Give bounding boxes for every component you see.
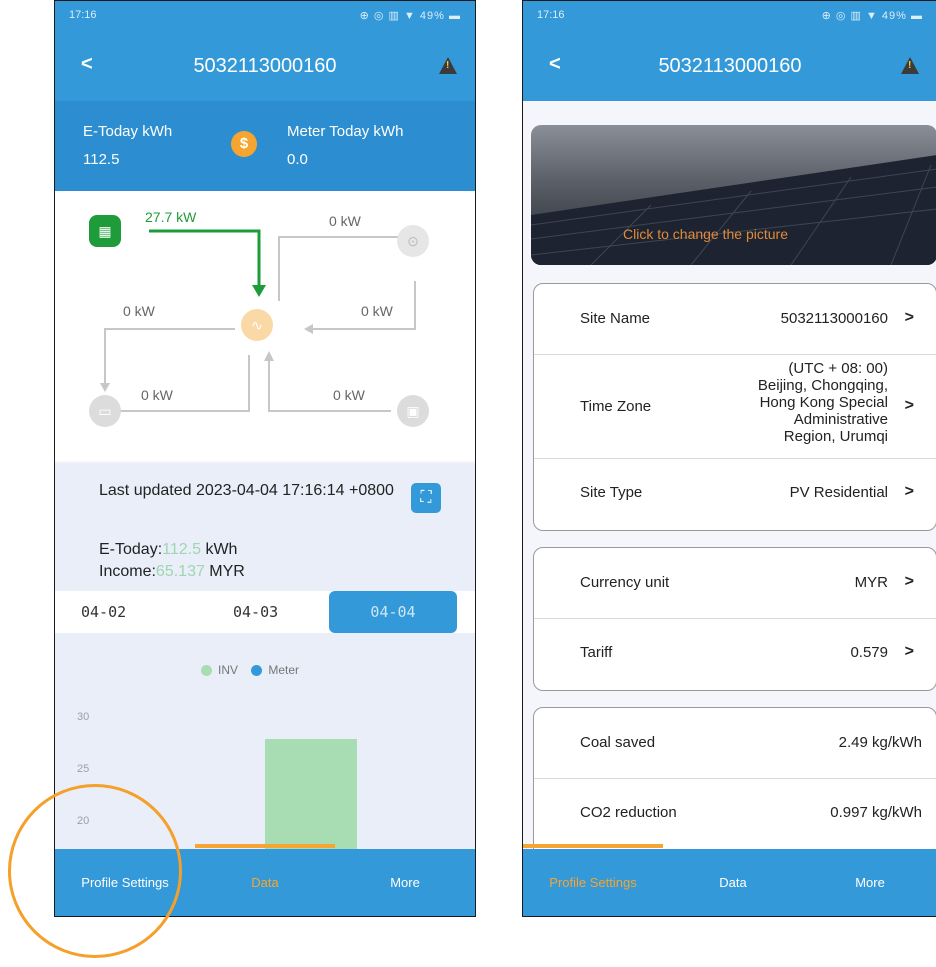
- tab-data[interactable]: Data: [663, 849, 803, 916]
- income-label: Income:: [99, 563, 156, 580]
- legend-inv-label[interactable]: INV: [218, 663, 238, 677]
- meter-icon[interactable]: ▣: [397, 395, 429, 427]
- co2-reduction-label: CO2 reduction: [580, 804, 677, 821]
- time-zone-value: (UTC + 08: 00) Beijing, Chongqing, Hong …: [758, 360, 888, 445]
- power-flow-diagram: ▦ 27.7 kW 0 kW ⊙ 0 kW ∿ 0 kW ▭ 0 kW 0 kW…: [55, 191, 475, 461]
- battery-icon[interactable]: ▭: [89, 395, 121, 427]
- y-tick-30: 30: [77, 711, 90, 723]
- date-tab-0402[interactable]: 04-02: [81, 591, 126, 633]
- header: < 5032113000160 !: [55, 31, 475, 101]
- row-coal-saved: Coal saved 2.49 kg/kWh: [534, 708, 936, 779]
- tab-indicator: [195, 844, 335, 848]
- solar-panel-photo: [531, 155, 936, 265]
- chart-legend: INV Meter: [201, 663, 299, 677]
- currency-unit-value: MYR: [854, 574, 888, 591]
- e-today-number: 112.5: [162, 541, 201, 558]
- e-today-row: E-Today:112.5 kWh: [99, 541, 237, 559]
- legend-meter-swatch: [251, 665, 263, 677]
- tz-line: Administrative: [793, 411, 888, 428]
- row-tariff[interactable]: Tariff 0.579 >: [534, 618, 936, 688]
- status-icons: ⊕ ◎ ▥ ▼ 49% ▬: [821, 10, 923, 22]
- site-info-group: Site Name 5032113000160 > Time Zone (UTC…: [533, 283, 936, 531]
- site-name-label: Site Name: [580, 310, 651, 327]
- page-title: 5032113000160: [658, 55, 802, 77]
- co2-reduction-value: 0.997 kg/kWh: [830, 804, 922, 821]
- site-picture[interactable]: Click to change the picture: [531, 125, 936, 265]
- site-name-value: 5032113000160: [780, 310, 888, 327]
- tab-more[interactable]: More: [803, 849, 936, 916]
- currency-group: Currency unit MYR > Tariff 0.579 >: [533, 547, 936, 691]
- status-bar: 17:16 ⊕ ◎ ▥ ▼ 49% ▬: [523, 1, 936, 31]
- row-time-zone[interactable]: Time Zone (UTC + 08: 00) Beijing, Chongq…: [534, 354, 936, 459]
- phone-right-settings: 17:16 ⊕ ◎ ▥ ▼ 49% ▬ < 5032113000160 ! Cl…: [522, 0, 936, 917]
- highlight-circle: [8, 784, 182, 958]
- chevron-right-icon: >: [904, 573, 914, 590]
- e-today-label: E-Today kWh: [83, 123, 173, 140]
- income-number: 65.137: [155, 563, 205, 580]
- legend-inv-swatch: [201, 665, 212, 677]
- chevron-right-icon: >: [904, 309, 914, 326]
- solar-panel-icon[interactable]: ▦: [89, 215, 121, 247]
- tz-line: Beijing, Chongqing,: [757, 377, 888, 394]
- row-currency-unit[interactable]: Currency unit MYR >: [534, 548, 936, 619]
- tz-line: (UTC + 08: 00): [788, 360, 888, 377]
- header: < 5032113000160 !: [523, 31, 936, 101]
- tab-more[interactable]: More: [335, 849, 475, 916]
- alarm-icon[interactable]: !: [901, 57, 919, 74]
- pv-power-value: 27.7 kW: [145, 209, 197, 225]
- left-power-value: 0 kW: [123, 303, 155, 319]
- row-site-name[interactable]: Site Name 5032113000160 >: [534, 284, 936, 355]
- e-today-value: 112.5: [83, 151, 120, 168]
- row-co2-reduction: CO2 reduction 0.997 kg/kWh: [534, 778, 936, 848]
- site-type-value: PV Residential: [789, 484, 888, 501]
- date-tab-0403[interactable]: 04-03: [233, 591, 278, 633]
- tariff-value: 0.579: [850, 644, 888, 661]
- meter-today-value: 0.0: [287, 151, 308, 168]
- date-tab-0404[interactable]: 04-04: [329, 591, 457, 633]
- page-title: 5032113000160: [193, 55, 337, 77]
- generator-icon[interactable]: ⊙: [397, 225, 429, 257]
- load-power-value: 0 kW: [333, 387, 365, 403]
- inverter-icon[interactable]: ∿: [241, 309, 273, 341]
- e-today-unit: kWh: [201, 541, 238, 558]
- chevron-right-icon: >: [904, 643, 914, 660]
- tz-line: Hong Kong Special: [759, 394, 888, 411]
- meter-today-label: Meter Today kWh: [287, 123, 404, 140]
- status-icons: ⊕ ◎ ▥ ▼ 49% ▬: [359, 10, 461, 22]
- last-updated-text: Last updated 2023-04-04 17:16:14 +0800: [99, 482, 394, 499]
- fullscreen-icon[interactable]: ⛶: [411, 483, 441, 513]
- bottom-tab-bar: Profile Settings Data More: [523, 844, 936, 916]
- tab-data[interactable]: Data: [195, 849, 335, 916]
- coal-saved-label: Coal saved: [580, 734, 656, 751]
- income-row: Income:65.137 MYR: [99, 563, 245, 581]
- y-tick-25: 25: [77, 763, 90, 775]
- tab-profile-settings[interactable]: Profile Settings: [523, 849, 663, 916]
- status-time: 17:16: [69, 9, 97, 21]
- change-picture-text[interactable]: Click to change the picture: [623, 226, 788, 242]
- status-bar: 17:16 ⊕ ◎ ▥ ▼ 49% ▬: [55, 1, 475, 31]
- status-time: 17:16: [537, 9, 565, 21]
- legend-meter-label[interactable]: Meter: [268, 663, 299, 677]
- time-zone-label: Time Zone: [580, 398, 652, 415]
- right-power-value: 0 kW: [361, 303, 393, 319]
- grid-top-power-value: 0 kW: [329, 213, 361, 229]
- alarm-icon[interactable]: !: [439, 57, 457, 74]
- income-unit: MYR: [204, 563, 245, 580]
- date-selector: 04-02 04-03 04-04: [55, 591, 475, 633]
- inv-bar[interactable]: [265, 739, 357, 849]
- e-today-label: E-Today:: [99, 541, 163, 558]
- tab-indicator: [523, 844, 663, 848]
- chevron-right-icon: >: [904, 397, 914, 414]
- currency-unit-label: Currency unit: [580, 574, 670, 591]
- coal-saved-value: 2.49 kg/kWh: [838, 734, 922, 751]
- tz-line: Region, Urumqi: [783, 428, 888, 445]
- battery-power-value: 0 kW: [141, 387, 173, 403]
- row-site-type[interactable]: Site Type PV Residential >: [534, 458, 936, 528]
- income-icon[interactable]: $: [231, 131, 257, 157]
- energy-summary: E-Today kWh 112.5 $ Meter Today kWh 0.0: [55, 101, 475, 191]
- site-type-label: Site Type: [580, 484, 643, 501]
- phone-left-home: 17:16 ⊕ ◎ ▥ ▼ 49% ▬ < 5032113000160 ! E-…: [54, 0, 476, 917]
- tariff-label: Tariff: [580, 644, 613, 661]
- chevron-right-icon: >: [904, 483, 914, 500]
